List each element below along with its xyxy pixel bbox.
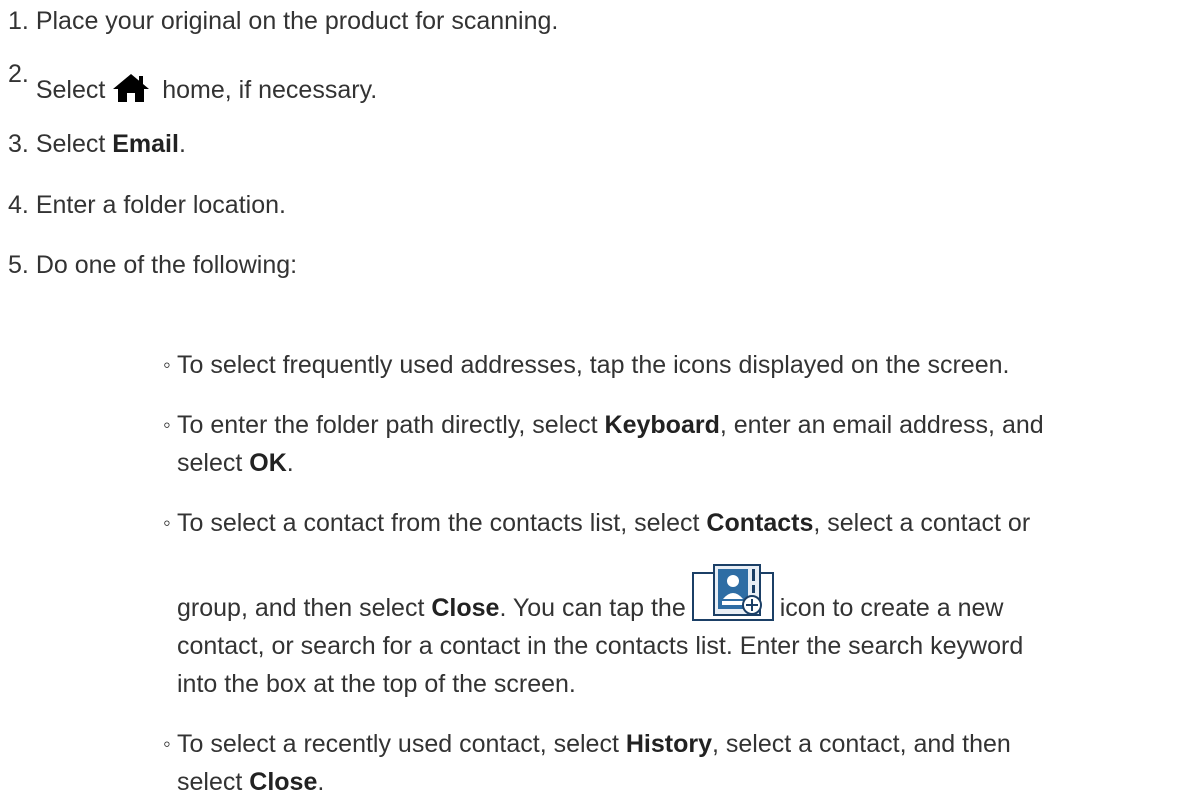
option-1-text: To select frequently used addresses, tap… <box>177 351 1010 379</box>
step-2-number: 2. <box>8 60 29 88</box>
bullet-icon: ◦ <box>163 352 171 377</box>
home-icon <box>111 72 151 104</box>
option-3-line2-a: group, and then select <box>177 594 432 622</box>
step-1: 1. Place your original on the product fo… <box>8 2 1193 40</box>
add-contact-icon <box>691 563 774 621</box>
option-contacts: ◦ To select a contact from the contacts … <box>163 504 1193 703</box>
step-3: 3. Select Email. <box>8 125 1193 163</box>
option-2-line1-a: To enter the folder path directly, selec… <box>177 411 605 439</box>
option-4-line2-a: select <box>177 768 250 796</box>
option-3-line1-a: To select a contact from the contacts li… <box>177 509 707 537</box>
step-4-text: Enter a folder location. <box>35 191 286 219</box>
option-2-line1-b: , enter an email address, and <box>719 411 1044 439</box>
option-3-line4: into the box at the top of the screen. <box>177 670 576 698</box>
option-frequent-addresses: ◦ To select frequently used addresses, t… <box>163 346 1193 384</box>
close-option-label: Close <box>431 594 500 622</box>
history-option-label: History <box>625 730 712 758</box>
step-2-text-after: home, if necessary. <box>162 76 378 104</box>
option-3-line2-b: . You can tap the <box>499 594 686 622</box>
step-2-text-before: Select <box>35 76 106 104</box>
ok-option-label: OK <box>249 449 287 477</box>
option-3-line3: contact, or search for a contact in the … <box>177 632 1024 660</box>
step-3-text-before: Select <box>35 130 113 158</box>
step-1-text: Place your original on the product for s… <box>35 7 559 35</box>
step-5: 5. Do one of the following: <box>8 246 1193 284</box>
option-2-line2-b: . <box>286 449 294 477</box>
option-keyboard: ◦ To enter the folder path directly, sel… <box>163 406 1193 482</box>
option-2-line2-a: select <box>177 449 250 477</box>
options-list: ◦ To select frequently used addresses, t… <box>163 346 1193 801</box>
instructions-document: 1. Place your original on the product fo… <box>8 0 1193 284</box>
bullet-icon: ◦ <box>163 412 171 437</box>
option-3-line1-b: , select a contact or <box>813 509 1031 537</box>
step-3-number: 3. <box>8 130 29 158</box>
step-4: 4. Enter a folder location. <box>8 186 1193 224</box>
keyboard-option-label: Keyboard <box>604 411 720 439</box>
bullet-icon: ◦ <box>163 510 171 535</box>
step-4-number: 4. <box>8 191 29 219</box>
option-4-line1-b: , select a contact, and then <box>711 730 1011 758</box>
step-5-number: 5. <box>8 251 29 279</box>
step-3-text-after: . <box>178 130 186 158</box>
email-option-label: Email <box>112 130 179 158</box>
option-4-line2-b: . <box>317 768 325 796</box>
close-option-label-2: Close <box>249 768 318 796</box>
option-3-line2-c: icon to create a new <box>779 594 1004 622</box>
step-5-text: Do one of the following: <box>35 251 298 279</box>
option-history: ◦ To select a recently used contact, sel… <box>163 725 1193 801</box>
contacts-option-label: Contacts <box>706 509 814 537</box>
step-2: 2. Select home, if necessary. <box>8 60 1193 111</box>
step-1-number: 1. <box>8 7 29 35</box>
bullet-icon: ◦ <box>163 731 171 756</box>
option-4-line1-a: To select a recently used contact, selec… <box>177 730 626 758</box>
